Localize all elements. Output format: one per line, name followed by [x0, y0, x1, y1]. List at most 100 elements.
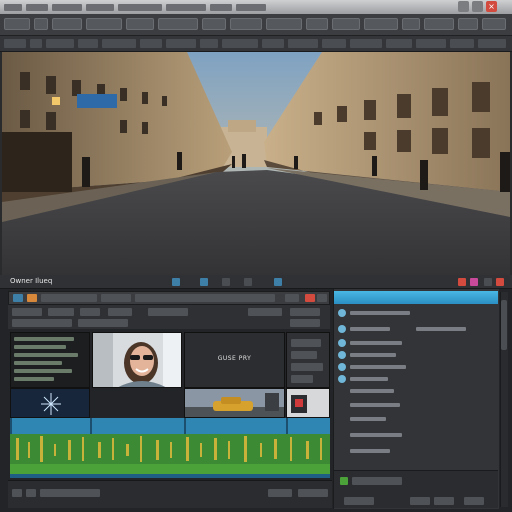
- toolbar-button[interactable]: [30, 39, 42, 48]
- inspector-row[interactable]: [336, 374, 496, 384]
- minimize-icon[interactable]: [458, 1, 469, 12]
- title-card[interactable]: GUSE PRY: [184, 332, 285, 388]
- toolbar-button[interactable]: [78, 39, 98, 48]
- inspector-row[interactable]: [336, 308, 496, 318]
- toolbar-button[interactable]: [102, 39, 136, 48]
- filter-button[interactable]: [48, 308, 74, 316]
- record-icon[interactable]: [470, 278, 478, 286]
- toolbar-button[interactable]: [386, 39, 412, 48]
- toolbar-button[interactable]: [450, 39, 474, 48]
- footer-button[interactable]: [410, 497, 430, 505]
- toolbar-button[interactable]: [86, 18, 122, 30]
- rewind-icon[interactable]: [12, 489, 22, 497]
- inspector-row[interactable]: [336, 386, 496, 396]
- toolbar-button[interactable]: [200, 39, 218, 48]
- menu-icon[interactable]: [484, 278, 492, 286]
- menu-item[interactable]: [118, 4, 162, 11]
- toolbar-button[interactable]: [126, 18, 154, 30]
- list-item[interactable]: [14, 345, 66, 349]
- toolbar-button[interactable]: [288, 39, 318, 48]
- toolbar-button[interactable]: [101, 294, 131, 302]
- toolbar-button[interactable]: [402, 18, 420, 30]
- filter-button[interactable]: [12, 308, 42, 316]
- toolbar-button[interactable]: [46, 39, 74, 48]
- toolbar-button[interactable]: [364, 18, 398, 30]
- inspector-row[interactable]: [336, 400, 496, 410]
- list-item[interactable]: [14, 353, 78, 357]
- menu-item[interactable]: [210, 4, 232, 11]
- menu-item[interactable]: [86, 4, 114, 11]
- settings-icon[interactable]: [244, 278, 252, 286]
- menu-item[interactable]: [52, 4, 82, 11]
- toolbar-button[interactable]: [482, 18, 506, 30]
- scrollbar-thumb[interactable]: [501, 300, 507, 350]
- audio-track[interactable]: [10, 464, 330, 474]
- toolbar-button[interactable]: [135, 294, 275, 302]
- toolbar-button[interactable]: [285, 294, 299, 302]
- inspector-row[interactable]: [336, 338, 496, 348]
- alert-icon[interactable]: [458, 278, 466, 286]
- toolbar-button[interactable]: [202, 18, 226, 30]
- toolbar-button[interactable]: [140, 39, 162, 48]
- video-preview[interactable]: [2, 52, 510, 275]
- filter-button[interactable]: [248, 308, 282, 316]
- toolbar-button[interactable]: [458, 18, 478, 30]
- list-item[interactable]: [14, 361, 62, 365]
- footer-button[interactable]: [434, 497, 454, 505]
- effects-icon[interactable]: [222, 278, 230, 286]
- footer-button[interactable]: [464, 497, 484, 505]
- toolbar-button[interactable]: [52, 18, 82, 30]
- filter-button[interactable]: [78, 319, 128, 327]
- toolbar-button[interactable]: [306, 18, 328, 30]
- filter-button[interactable]: [290, 308, 320, 316]
- toolbar-button[interactable]: [266, 18, 302, 30]
- media-list[interactable]: [10, 332, 90, 388]
- clip-thumbnail-red[interactable]: [286, 388, 330, 418]
- toolbar-button[interactable]: [317, 294, 327, 302]
- audio-waveform[interactable]: [10, 434, 330, 464]
- list-item[interactable]: [14, 337, 74, 341]
- maximize-icon[interactable]: [472, 1, 483, 12]
- toolbar-button[interactable]: [166, 39, 196, 48]
- toolbar-button[interactable]: [222, 39, 258, 48]
- property-row[interactable]: [291, 351, 317, 359]
- app-icon[interactable]: [13, 294, 23, 302]
- toolbar-button[interactable]: [332, 18, 360, 30]
- toolbar-button[interactable]: [350, 39, 382, 48]
- toolbar-button[interactable]: [262, 39, 284, 48]
- clip-thumbnail-car[interactable]: [184, 388, 285, 418]
- filter-button[interactable]: [290, 319, 320, 327]
- list-item[interactable]: [14, 369, 72, 373]
- list-item[interactable]: [14, 377, 54, 381]
- filter-button[interactable]: [12, 319, 72, 327]
- inspector-row[interactable]: [336, 362, 496, 372]
- export-icon[interactable]: [274, 278, 282, 286]
- property-row[interactable]: [291, 375, 313, 383]
- close-panel-icon[interactable]: [496, 278, 504, 286]
- filter-button[interactable]: [148, 308, 188, 316]
- zoom-control[interactable]: [298, 489, 328, 497]
- import-icon[interactable]: [27, 294, 37, 302]
- menu-item[interactable]: [236, 4, 266, 11]
- inspector-row[interactable]: [336, 324, 496, 334]
- inspector-row[interactable]: [336, 446, 496, 456]
- toolbar-button[interactable]: [230, 18, 262, 30]
- toolbar-button[interactable]: [416, 39, 446, 48]
- menu-item[interactable]: [4, 4, 22, 11]
- play-icon[interactable]: [26, 489, 36, 497]
- clip-thumbnail-woman[interactable]: [92, 332, 182, 388]
- play-icon[interactable]: [172, 278, 180, 286]
- menu-item[interactable]: [26, 4, 48, 11]
- video-track[interactable]: [10, 418, 330, 434]
- timeline-scrubber[interactable]: [40, 489, 100, 497]
- toolbar-button[interactable]: [424, 18, 454, 30]
- property-row[interactable]: [291, 363, 323, 371]
- inspector-header[interactable]: [334, 291, 498, 304]
- close-icon[interactable]: ×: [486, 1, 497, 12]
- toolbar-button[interactable]: [41, 294, 97, 302]
- zoom-control[interactable]: [268, 489, 292, 497]
- toolbar-button[interactable]: [4, 18, 30, 30]
- filter-button[interactable]: [80, 308, 100, 316]
- folder-icon[interactable]: [200, 278, 208, 286]
- clip-thumbnail-star[interactable]: [10, 388, 90, 418]
